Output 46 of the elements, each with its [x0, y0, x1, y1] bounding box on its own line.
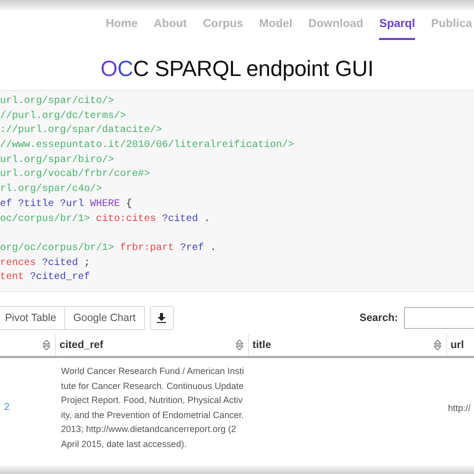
code-text: org/oc/corpus/br/1> — [0, 242, 114, 256]
column-header[interactable]: url — [450, 339, 464, 351]
code-text: . — [210, 242, 216, 256]
row-link[interactable]: 2 — [4, 402, 10, 414]
download-button[interactable] — [150, 306, 174, 330]
code-text: rl.org/spar/c4o/> — [0, 183, 102, 198]
sort-icon[interactable] — [434, 340, 440, 350]
table-cell: World Cancer Research Fund / American Institute for Cancer Research. Continuous Update Project Report. Food, Nutrition, Physical Activity, and the Prevention of Endometrial Cancer. 2013; http://www.dietandcancerreport.org (2 April 2015, date last accessed). — [55, 357, 248, 458]
code-text: oc/corpus/br/1> — [0, 212, 90, 226]
code-text: //www.essepuntato.it/2010/06/literalreification/> — [0, 139, 294, 154]
code-text: WHERE — [90, 198, 120, 212]
code-text: { — [126, 198, 132, 212]
column-header[interactable]: cited_ref — [60, 339, 104, 351]
code-text: ?cited — [42, 256, 78, 271]
page-title: OCC SPARQL endpoint GUI — [100, 56, 374, 82]
code-text: rences — [0, 256, 36, 271]
sort-icon[interactable] — [42, 340, 50, 350]
code-text: ?cited_ref — [30, 271, 90, 286]
nav-link[interactable]: Home — [106, 18, 138, 40]
code-text: frbr:part — [120, 242, 174, 256]
search-field[interactable] — [404, 307, 474, 329]
code-text: ef ?title ?url — [0, 198, 84, 212]
code-text: //purl.org/dc/terms/> — [0, 110, 126, 124]
code-text: ://purl.org/spar/datacite/> — [0, 124, 162, 138]
code-text: tent — [0, 271, 24, 286]
code-text: cito:cites — [96, 212, 156, 226]
code-text: url.org/vocab/frbr/core#> — [0, 168, 150, 182]
code-text: . — [204, 212, 210, 226]
code-text: ; — [84, 256, 90, 271]
nav-link[interactable]: Sparql — [379, 18, 416, 40]
code-text: ?cited — [162, 212, 198, 226]
code-text: url.org/spar/cito/> — [0, 95, 114, 109]
sort-icon[interactable] — [236, 340, 242, 350]
column-header[interactable]: title — [252, 339, 272, 351]
download-icon — [157, 313, 166, 323]
pivot-button[interactable]: Pivot Table — [0, 306, 66, 330]
table-cell: http:// — [448, 402, 471, 413]
nav-link[interactable]: Model — [259, 18, 292, 40]
nav-link[interactable]: Download — [308, 18, 364, 40]
chart-button[interactable]: Google Chart — [64, 306, 145, 330]
nav-link[interactable]: Corpus — [202, 18, 244, 40]
nav-link[interactable]: Publica — [431, 18, 472, 40]
nav-link[interactable]: About — [154, 18, 187, 40]
code-text: url.org/spar/biro/> — [0, 154, 114, 168]
search-label: Search: — [359, 312, 398, 324]
code-text: ?ref — [180, 242, 204, 256]
